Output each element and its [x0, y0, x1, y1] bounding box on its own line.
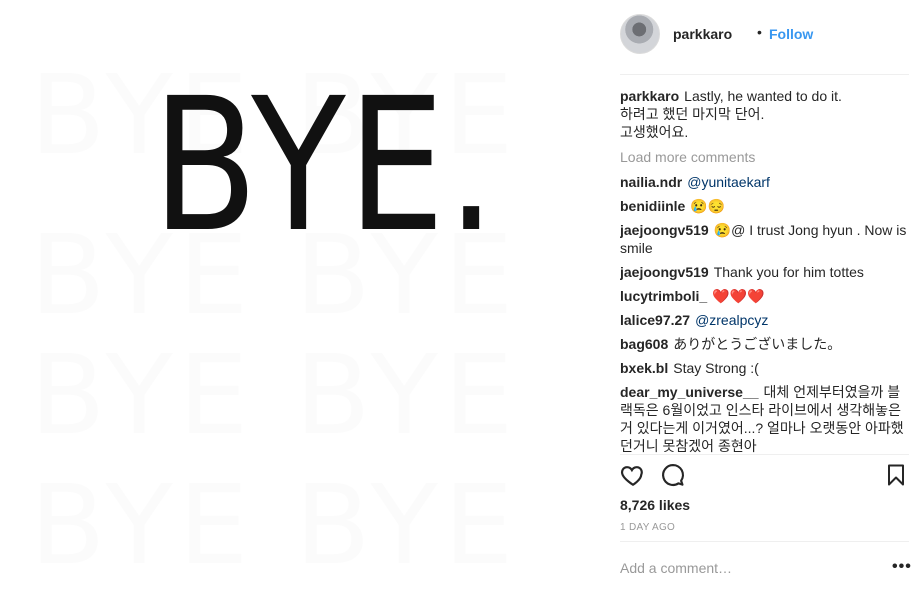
- add-comment-input[interactable]: Add a comment…: [620, 560, 732, 576]
- load-more-comments-button[interactable]: Load more comments: [620, 149, 908, 165]
- comment-items: nailia.ndr @yunitaekarf benidiinle 😢😔 jaejoo…: [620, 173, 908, 453]
- comment-username[interactable]: dear_my_universe__: [620, 384, 759, 400]
- comment-username[interactable]: jaejoongv519: [620, 222, 709, 238]
- comment-item: dear_my_universe__ 대체 언제부터였을까 블랙독은 6월이었고 …: [620, 383, 908, 453]
- avatar[interactable]: [620, 14, 660, 54]
- comment-username[interactable]: bag608: [620, 336, 668, 352]
- comment-item: jaejoongv519 😢@ I trust Jong hyun . Now i…: [620, 221, 908, 257]
- post-timestamp[interactable]: 1 DAY AGO: [620, 522, 675, 533]
- caption-text-line: 고생했어요.: [620, 124, 689, 140]
- comments-divider: [620, 454, 909, 455]
- post-details-panel: parkkaro • Follow parkkaro Lastly, he wan…: [600, 0, 913, 594]
- author-username[interactable]: parkkaro: [673, 26, 732, 42]
- background-pattern: BYE BYE: [30, 461, 520, 589]
- comment-username[interactable]: lucytrimboli_: [620, 288, 707, 304]
- comment-username[interactable]: benidiinle: [620, 198, 685, 214]
- comments-list[interactable]: parkkaro Lastly, he wanted to do it. 하려고 …: [620, 87, 908, 453]
- add-comment-divider: [620, 541, 909, 542]
- comment-username[interactable]: jaejoongv519: [620, 264, 709, 280]
- comment-item: bag608 ありがとうございました。: [620, 335, 908, 353]
- separator-dot: •: [757, 24, 762, 40]
- more-options-icon[interactable]: •••: [892, 558, 912, 576]
- comment-item: nailia.ndr @yunitaekarf: [620, 173, 908, 191]
- comment-item: lalice97.27 @zrealpcyz: [620, 311, 908, 329]
- post-image-text: BYE.: [152, 59, 498, 273]
- comment-username[interactable]: bxek.bl: [620, 360, 668, 376]
- comment-item: lucytrimboli_ ❤️❤️❤️: [620, 287, 908, 305]
- caption-text-line: 하려고 했던 마지막 단어.: [620, 106, 765, 122]
- comment-item: bxek.bl Stay Strong :(: [620, 359, 908, 377]
- bookmark-icon[interactable]: [884, 462, 910, 488]
- comment-text: ❤️❤️❤️: [712, 288, 765, 304]
- follow-button[interactable]: Follow: [769, 26, 813, 42]
- comment-text: Stay Strong :(: [673, 360, 759, 376]
- caption-text-line: Lastly, he wanted to do it.: [684, 88, 842, 104]
- caption-username[interactable]: parkkaro: [620, 88, 679, 104]
- caption: parkkaro Lastly, he wanted to do it. 하려고 …: [620, 87, 908, 141]
- comment-text: ありがとうございました。: [673, 336, 842, 352]
- comment-username[interactable]: nailia.ndr: [620, 174, 682, 190]
- comment-item: benidiinle 😢😔: [620, 197, 908, 215]
- comment-item: jaejoongv519 Thank you for him tottes: [620, 263, 908, 281]
- comment-text: Thank you for him tottes: [713, 264, 864, 280]
- likes-count[interactable]: 8,726 likes: [620, 497, 690, 513]
- comment-icon[interactable]: [660, 462, 686, 488]
- comment-mention[interactable]: @yunitaekarf: [687, 174, 770, 190]
- post-header: parkkaro • Follow: [620, 14, 909, 58]
- comment-text: 😢😔: [690, 198, 726, 214]
- background-pattern: BYE BYE: [30, 331, 520, 459]
- header-divider: [620, 74, 909, 75]
- comment-mention[interactable]: @zrealpcyz: [695, 312, 768, 328]
- action-bar: [620, 462, 909, 490]
- comment-username[interactable]: lalice97.27: [620, 312, 690, 328]
- heart-icon[interactable]: [620, 462, 646, 488]
- post-image[interactable]: BYE BYE BYE BYE BYE BYE BYE BYE BYE.: [0, 0, 600, 594]
